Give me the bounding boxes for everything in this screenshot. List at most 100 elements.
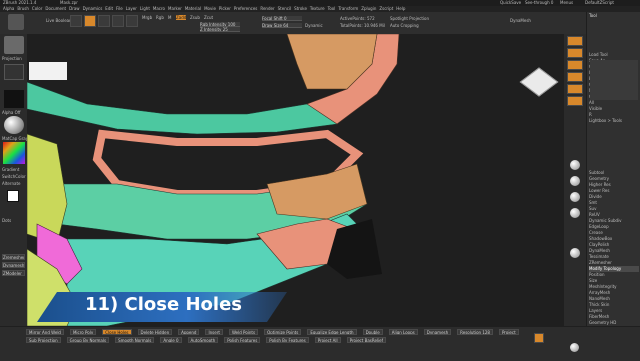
zsub-button[interactable]: Zsub	[190, 15, 200, 20]
zremesher-button[interactable]: Zremesher	[2, 254, 25, 260]
bottom-item-delete-hidden[interactable]: Delete Hidden	[137, 329, 173, 335]
bottom-item-resolution-128[interactable]: Resolution 128	[457, 329, 493, 335]
bottom-item-smooth-normals[interactable]: Smooth Normals	[115, 337, 155, 343]
zmodeler-button[interactable]: ZModeler	[2, 270, 25, 276]
bottom-item-sub-projection[interactable]: Sub Projection	[26, 337, 61, 343]
bottom-item-project[interactable]: Project	[498, 329, 519, 335]
bottom-item-mirror-and-weld[interactable]: Mirror And Weld	[26, 329, 64, 335]
bottom-item-align-loops[interactable]: Align Loops	[388, 329, 418, 335]
brush-thumbnail[interactable]	[4, 36, 24, 54]
sphere-icon[interactable]	[570, 176, 580, 186]
bottom-item-angle-0[interactable]: Angle 0	[160, 337, 182, 343]
menu-item-macro[interactable]: Macro	[153, 6, 165, 11]
top-toolbar: Live Boolean Mrgb Rgb M Zadd Zsub Zcut R…	[0, 12, 640, 35]
menu-item-picker[interactable]: Picker	[219, 6, 231, 11]
m-button[interactable]: M	[168, 15, 171, 20]
menu-item-zplugin[interactable]: Zplugin	[361, 6, 376, 11]
bottom-item-polish-features[interactable]: Polish Features	[224, 337, 261, 343]
persp-button[interactable]	[567, 96, 583, 106]
menu-item-help[interactable]: Help	[396, 6, 405, 11]
menu-item-render[interactable]: Render	[260, 6, 274, 11]
menu-item-draw[interactable]: Draw	[69, 6, 79, 11]
bottom-item-append[interactable]: Append	[178, 329, 200, 335]
dynamic-toggle[interactable]: Dynamic	[305, 23, 323, 28]
bottom-item-autosmooth[interactable]: AutoSmooth	[187, 337, 219, 343]
menu-item-color[interactable]: Color	[32, 6, 42, 11]
switchcolor-label[interactable]: SwitchColor	[2, 174, 26, 179]
bottom-item-double[interactable]: Double	[362, 329, 383, 335]
menu-item-zscript[interactable]: Zscript	[379, 6, 393, 11]
zoom-button[interactable]	[567, 60, 583, 70]
draw-button[interactable]	[84, 15, 96, 27]
quicksave-button[interactable]: QuickSave	[500, 0, 521, 5]
bottom-item-optimize-points[interactable]: Optimize Points	[264, 329, 302, 335]
move-button[interactable]	[98, 15, 110, 27]
menu-item-dynamics[interactable]: Dynamics	[83, 6, 103, 11]
color-picker[interactable]	[3, 142, 25, 164]
z-intensity-slider[interactable]: Z Intensity 25	[200, 27, 240, 32]
sphere-icon[interactable]	[570, 248, 580, 258]
bottom-item-polish-by-features[interactable]: Polish By Features	[266, 337, 309, 343]
menu-item-movie[interactable]: Movie	[204, 6, 216, 11]
default-zscript-button[interactable]: DefaultZScript	[585, 0, 614, 5]
see-through-slider[interactable]: See-through 0	[525, 0, 553, 5]
alpha-thumbnail[interactable]	[4, 90, 24, 108]
main-color-swatch[interactable]	[7, 190, 19, 202]
dynamesh-button[interactable]: Dynamesh	[2, 262, 25, 268]
live-boolean-button[interactable]: Live Boolean	[46, 18, 72, 23]
viewport[interactable]: 11) Close Holes	[27, 34, 564, 326]
menu-item-document[interactable]: Document	[45, 6, 66, 11]
stroke-thumbnail[interactable]	[4, 64, 24, 80]
draw-size-slider[interactable]: Draw Size 64	[262, 23, 302, 28]
actual-button[interactable]	[567, 72, 583, 82]
menu-item-layer[interactable]: Layer	[126, 6, 137, 11]
zadd-button[interactable]: Zadd	[176, 15, 187, 20]
menu-item-preferences[interactable]: Preferences	[234, 6, 258, 11]
tool-thumbnail[interactable]	[8, 14, 24, 30]
menu-item-file[interactable]: File	[116, 6, 123, 11]
bottom-item-equalize-edge-length[interactable]: Equalize Edge Length	[307, 329, 357, 335]
menu-item-edit[interactable]: Edit	[105, 6, 113, 11]
bottom-item-close-holes[interactable]: Close Holes	[102, 329, 132, 335]
bottom-item-weld-points[interactable]: Weld Points	[228, 329, 259, 335]
menu-item-texture[interactable]: Texture	[310, 6, 325, 11]
material-sphere[interactable]	[4, 116, 24, 134]
sphere-icon[interactable]	[570, 160, 580, 170]
scroll-button[interactable]	[567, 48, 583, 58]
spotlight-projection-toggle[interactable]: Spotlight Projection	[390, 16, 429, 21]
bottom-item-micro-poly[interactable]: Micro Poly	[69, 329, 97, 335]
tool-menu-item-lightbox-tools[interactable]: Lightbox > Tools	[589, 118, 639, 124]
menu-item-stencil[interactable]: Stencil	[278, 6, 292, 11]
edit-button[interactable]	[70, 15, 82, 27]
menu-item-marker[interactable]: Marker	[168, 6, 182, 11]
focal-shift-slider[interactable]: Focal Shift 0	[262, 16, 302, 21]
menu-item-tool[interactable]: Tool	[328, 6, 336, 11]
menu-item-light[interactable]: Light	[140, 6, 150, 11]
tool-thumbnails[interactable]	[590, 60, 638, 100]
alternate-label[interactable]: Alternate	[2, 181, 20, 186]
bottom-item-project-basrelief[interactable]: Project BasRelief	[346, 337, 387, 343]
menu-item-material[interactable]: Material	[185, 6, 201, 11]
bottom-item-group-by-normals[interactable]: Group By Normals	[66, 337, 110, 343]
divide-button[interactable]	[534, 333, 544, 343]
aahalf-button[interactable]	[567, 84, 583, 94]
menu-item-stroke[interactable]: Stroke	[294, 6, 307, 11]
right-dock	[564, 34, 586, 326]
rotate-button[interactable]	[126, 15, 138, 27]
menu-item-alpha[interactable]: Alpha	[3, 6, 14, 11]
sphere-icon[interactable]	[570, 208, 580, 218]
bottom-item-project-all[interactable]: Project All	[314, 337, 341, 343]
bpr-button[interactable]	[567, 36, 583, 46]
zcut-button[interactable]: Zcut	[204, 15, 213, 20]
menu-item-transform[interactable]: Transform	[338, 6, 358, 11]
sphere-icon[interactable]	[570, 343, 579, 352]
menus-button[interactable]: Menus	[560, 0, 573, 5]
sphere-icon[interactable]	[570, 192, 580, 202]
scale-button[interactable]	[112, 15, 124, 27]
menu-item-brush[interactable]: Brush	[17, 6, 29, 11]
rgb-button[interactable]: Rgb	[156, 15, 164, 20]
bottom-item-dynamesh[interactable]: Dynamesh	[423, 329, 452, 335]
auto-cropping-toggle[interactable]: Auto Cropping	[390, 23, 419, 28]
mrgb-button[interactable]: Mrgb	[142, 15, 152, 20]
bottom-item-insert[interactable]: Insert	[205, 329, 223, 335]
